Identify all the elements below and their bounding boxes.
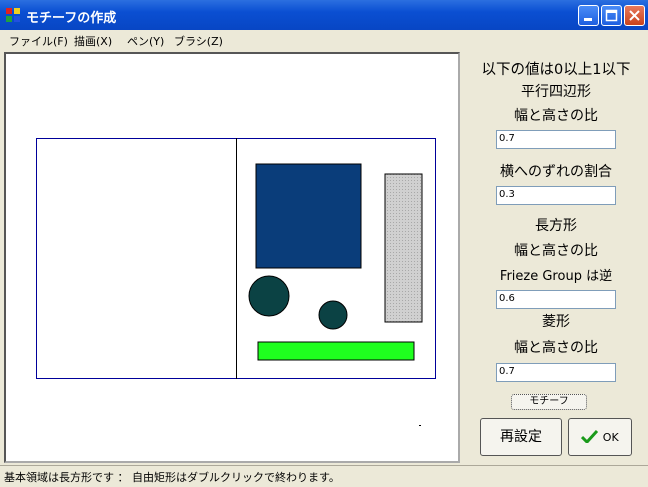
range-note: 以下の値は0以上1以下	[481, 62, 631, 78]
menu-pen[interactable]: ペン(Y)	[127, 33, 164, 49]
settings-panel: 以下の値は0以上1以下 平行四辺形 幅と高さの比 0.7 横へのずれの割合 0.…	[464, 52, 648, 463]
parallelogram-label: 平行四辺形	[521, 84, 591, 100]
close-icon	[629, 10, 640, 21]
status-bar: 基本領域は長方形です ： 自由矩形はダブルクリックで終わります。	[0, 465, 648, 487]
motif-button[interactable]: モチーフ	[511, 394, 587, 410]
frieze-note: Frieze Group は逆	[499, 269, 613, 284]
rhombus-label: 菱形	[542, 314, 570, 330]
rectangle-ratio-input[interactable]: 0.6	[496, 290, 616, 309]
ratio-label-2: 幅と高さの比	[514, 243, 598, 259]
minimize-button[interactable]	[578, 5, 599, 26]
menu-draw[interactable]: 描画(X)	[74, 33, 112, 49]
app-icon	[6, 8, 20, 22]
shift-ratio-input[interactable]: 0.3	[496, 186, 616, 205]
window-title: モチーフの作成	[26, 11, 117, 26]
menu-brush[interactable]: ブラシ(Z)	[174, 33, 223, 49]
cursor-dot	[419, 425, 421, 426]
reset-button[interactable]: 再設定	[480, 418, 562, 456]
ok-button[interactable]: OK	[568, 418, 632, 456]
minimize-icon	[584, 18, 592, 21]
small-circle-shape[interactable]	[318, 300, 348, 330]
maximize-button[interactable]	[601, 5, 622, 26]
gray-rectangle-shape[interactable]	[384, 173, 423, 323]
ratio-label-1: 幅と高さの比	[514, 108, 598, 124]
menu-file[interactable]: ファイル(F)	[9, 33, 68, 49]
large-circle-shape[interactable]	[248, 275, 290, 317]
green-bar-shape[interactable]	[257, 341, 415, 361]
rhombus-ratio-input[interactable]: 0.7	[496, 363, 616, 382]
motif-drawing	[36, 138, 436, 426]
navy-square-shape[interactable]	[255, 163, 362, 269]
ok-label: OK	[602, 431, 619, 444]
drawing-canvas[interactable]	[4, 52, 460, 463]
ratio-label-3: 幅と高さの比	[514, 340, 598, 356]
title-bar: モチーフの作成	[0, 0, 648, 30]
shift-label: 横へのずれの割合	[500, 164, 612, 180]
status-text: 基本領域は長方形です ： 自由矩形はダブルクリックで終わります。	[4, 471, 340, 484]
close-button[interactable]	[624, 5, 645, 26]
menu-bar: ファイル(F) 描画(X) ペン(Y) ブラシ(Z)	[0, 30, 648, 50]
parallelogram-ratio-input[interactable]: 0.7	[496, 130, 616, 149]
rectangle-label: 長方形	[535, 218, 577, 234]
checkmark-icon	[581, 429, 599, 445]
maximize-icon	[605, 9, 618, 22]
